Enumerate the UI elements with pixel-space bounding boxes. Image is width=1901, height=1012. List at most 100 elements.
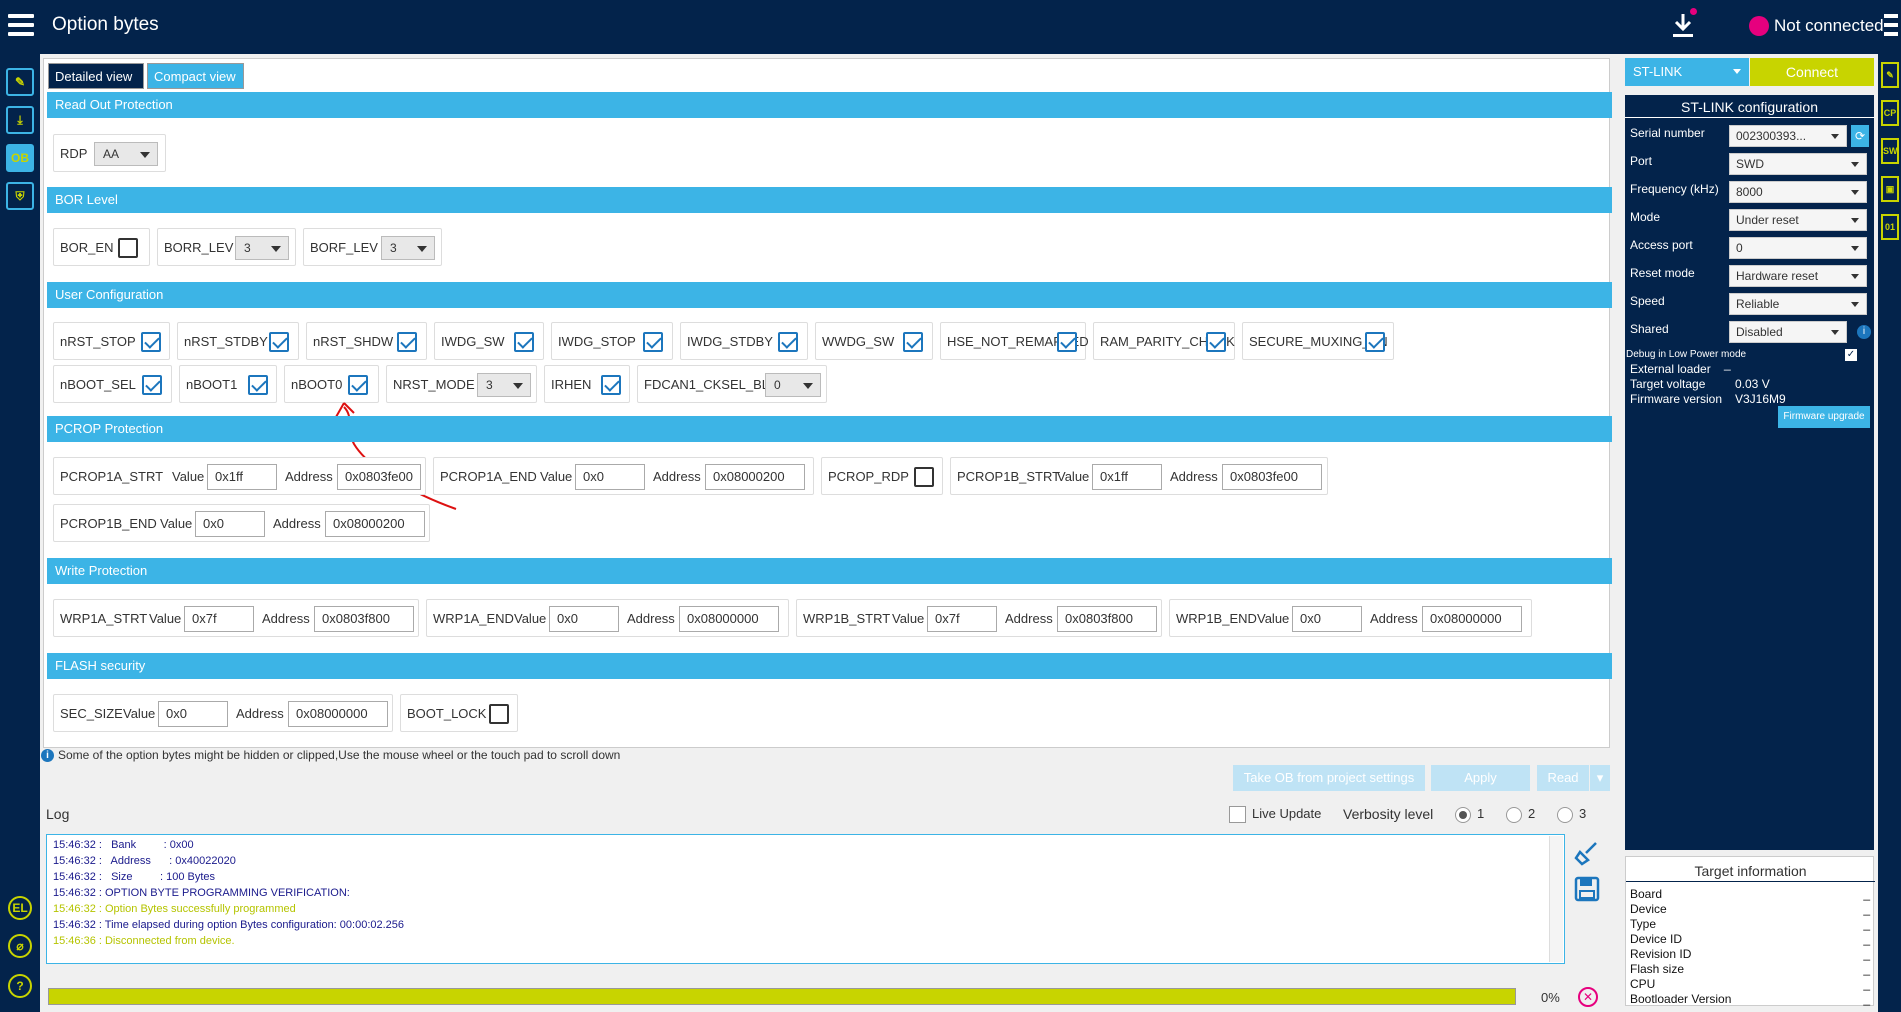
shared-info-icon[interactable]: i: [1857, 325, 1871, 339]
verbosity-radio-1[interactable]: 1: [1455, 806, 1484, 823]
pcrop1a-end-address-input[interactable]: 0x08000200: [705, 464, 805, 490]
read-button[interactable]: Read: [1537, 765, 1589, 791]
option-bytes-icon[interactable]: OB: [6, 144, 34, 172]
user-option-checkbox[interactable]: [397, 332, 417, 352]
wrp1b-strt-address-input[interactable]: 0x0803f800: [1057, 606, 1157, 632]
rdp-group: RDP AA: [53, 134, 166, 172]
section-flash-security: FLASH security: [47, 653, 1612, 679]
clear-log-broom-icon[interactable]: [1574, 840, 1600, 866]
probe-select[interactable]: ST-LINK: [1625, 58, 1749, 86]
cancel-icon[interactable]: ✕: [1578, 987, 1598, 1007]
chip-icon[interactable]: ▣: [1881, 176, 1899, 202]
pcrop1a-strt-value-input[interactable]: 0x1ff: [207, 464, 277, 490]
verbosity-radio-2[interactable]: 2: [1506, 806, 1535, 823]
firmware-version-label: Firmware version: [1630, 392, 1723, 406]
el-icon[interactable]: EL: [8, 896, 32, 920]
security-shield-icon[interactable]: ⛨: [6, 182, 34, 210]
wrp1b-strt-value-input[interactable]: 0x7f: [927, 606, 997, 632]
borr-lev-select[interactable]: 3: [235, 236, 289, 260]
pcrop1a-end-value-input[interactable]: 0x0: [575, 464, 645, 490]
read-dropdown-icon[interactable]: ▾: [1590, 765, 1610, 791]
firmware-upgrade-button[interactable]: Firmware upgrade: [1778, 406, 1870, 428]
address-label: Address: [273, 516, 321, 531]
nboot0-checkbox[interactable]: [348, 375, 368, 395]
user-option-checkbox[interactable]: [778, 332, 798, 352]
live-update-checkbox[interactable]: [1229, 806, 1246, 824]
swv-icon[interactable]: SW: [1881, 138, 1899, 164]
apply-button[interactable]: Apply: [1431, 765, 1530, 791]
sec-size-value-input[interactable]: 0x0: [158, 701, 228, 727]
wrp1a-end-address-input[interactable]: 0x08000000: [679, 606, 779, 632]
edit-icon[interactable]: ✎: [1881, 62, 1899, 88]
wrp1a-end-value-input[interactable]: 0x0: [549, 606, 619, 632]
right-menu-icon[interactable]: [1884, 14, 1898, 36]
refresh-icon[interactable]: ⟳: [1851, 125, 1869, 147]
port-label: Port: [1630, 154, 1653, 168]
pcrop1b-strt-value-input[interactable]: 0x1ff: [1092, 464, 1162, 490]
wrp1a-strt-value-input[interactable]: 0x7f: [184, 606, 254, 632]
take-ob-from-project-button[interactable]: Take OB from project settings: [1233, 765, 1425, 791]
connect-button[interactable]: Connect: [1750, 58, 1874, 86]
debug-low-power-checkbox[interactable]: ✓: [1845, 349, 1857, 361]
pcrop1b-end-group: PCROP1B_END Value 0x0 Address 0x08000200: [53, 504, 430, 542]
log-scrollbar[interactable]: [1549, 836, 1563, 962]
user-option-checkbox[interactable]: [643, 332, 663, 352]
download-program-icon[interactable]: ⤓: [6, 106, 34, 134]
shared-select[interactable]: Disabled: [1729, 321, 1847, 343]
log-output[interactable]: 15:46:32 : Bank : 0x00 15:46:32 : Addres…: [46, 834, 1565, 964]
sec-size-address-input[interactable]: 0x08000000: [288, 701, 388, 727]
user-option-checkbox[interactable]: [1365, 332, 1385, 352]
nrst-mode-select[interactable]: 3: [477, 373, 531, 397]
binary-icon[interactable]: 01: [1881, 214, 1899, 240]
radio-label: 2: [1528, 806, 1536, 821]
log-line: 15:46:32 : Time elapsed during option By…: [53, 919, 405, 931]
pcrop1a-end-group: PCROP1A_END Value 0x0 Address 0x08000200: [433, 457, 814, 495]
boot-lock-checkbox[interactable]: [489, 704, 509, 724]
frequency-select[interactable]: 8000: [1729, 181, 1867, 203]
pcrop1a-strt-address-input[interactable]: 0x0803fe00: [337, 464, 421, 490]
target-info-row: Type _: [1630, 917, 1870, 931]
mode-select[interactable]: Under reset: [1729, 209, 1867, 231]
connection-status: Not connected: [1774, 16, 1884, 35]
user-option-checkbox[interactable]: [1057, 332, 1077, 352]
speed-select[interactable]: Reliable: [1729, 293, 1867, 315]
wrp1b-end-address-input[interactable]: 0x08000000: [1422, 606, 1522, 632]
tab-detailed-view[interactable]: Detailed view: [48, 63, 144, 89]
edit-memory-icon[interactable]: ✎: [6, 68, 34, 96]
borr-lev-label: BORR_LEV: [164, 240, 234, 255]
user-option-label: IWDG_STOP: [558, 334, 636, 349]
fdcan-select[interactable]: 0: [765, 373, 821, 397]
live-update-toggle[interactable]: Live Update: [1229, 806, 1321, 824]
nboot1-checkbox[interactable]: [248, 375, 268, 395]
port-select[interactable]: SWD: [1729, 153, 1867, 175]
user-option-checkbox[interactable]: [903, 332, 923, 352]
menu-icon[interactable]: [8, 14, 34, 36]
pcrop1b-end-value-input[interactable]: 0x0: [195, 511, 265, 537]
download-icon[interactable]: [1670, 12, 1696, 40]
nboot-sel-checkbox[interactable]: [142, 375, 162, 395]
verbosity-radio-3[interactable]: 3: [1557, 806, 1586, 823]
pcrop1b-end-address-input[interactable]: 0x08000200: [325, 511, 425, 537]
user-option-checkbox[interactable]: [1206, 332, 1226, 352]
access-port-select[interactable]: 0: [1729, 237, 1867, 259]
help-icon[interactable]: ?: [8, 974, 32, 998]
target-info-row: Device _: [1630, 902, 1870, 916]
irhen-checkbox[interactable]: [601, 375, 621, 395]
cp-icon[interactable]: CP: [1881, 100, 1899, 126]
wrp1a-strt-address-input[interactable]: 0x0803f800: [314, 606, 414, 632]
bor-en-checkbox[interactable]: [118, 238, 138, 258]
user-option-checkbox[interactable]: [514, 332, 534, 352]
rdp-select[interactable]: AA: [94, 142, 158, 166]
reset-mode-select[interactable]: Hardware reset: [1729, 265, 1867, 287]
pcrop-rdp-checkbox[interactable]: [914, 467, 934, 487]
serial-number-select[interactable]: 002300393...: [1729, 125, 1847, 147]
user-option-checkbox[interactable]: [141, 332, 161, 352]
wrp1b-end-value-input[interactable]: 0x0: [1292, 606, 1362, 632]
save-log-icon[interactable]: [1574, 876, 1600, 902]
link-icon[interactable]: ⌀: [8, 934, 32, 958]
user-option-checkbox[interactable]: [269, 332, 289, 352]
tab-compact-view[interactable]: Compact view: [147, 63, 244, 89]
borf-lev-select[interactable]: 3: [381, 236, 435, 260]
pcrop1b-strt-address-input[interactable]: 0x0803fe00: [1222, 464, 1322, 490]
user-option-label: FDCAN1_CKSEL_BL: [644, 377, 769, 392]
